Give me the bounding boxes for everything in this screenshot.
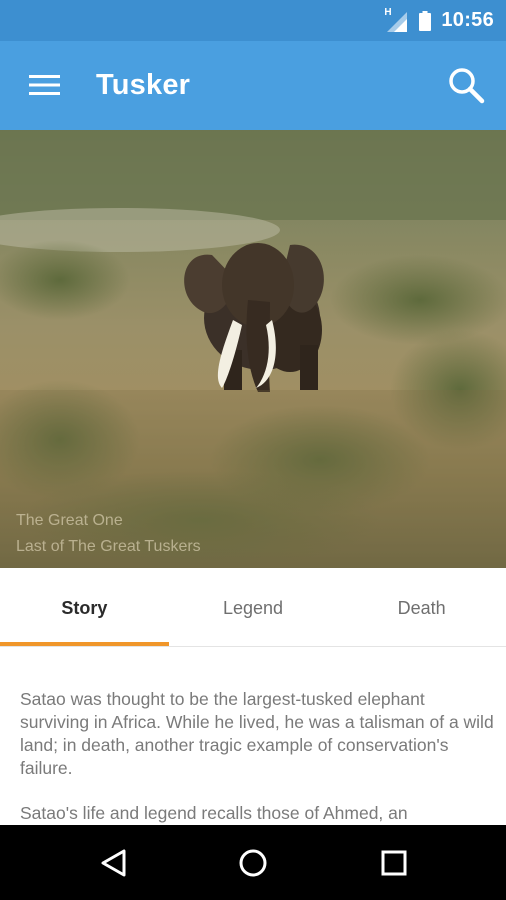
back-button[interactable]	[90, 839, 138, 887]
app-title: Tusker	[96, 69, 191, 101]
battery-icon	[419, 10, 432, 31]
tab-legend[interactable]: Legend	[169, 568, 338, 646]
story-paragraph-2: Satao's life and legend recalls those of…	[20, 803, 408, 823]
search-button[interactable]	[442, 61, 492, 111]
menu-button[interactable]	[22, 63, 66, 107]
search-icon	[449, 68, 485, 104]
signal-icon: H	[384, 6, 408, 32]
tab-bar: Story Legend Death	[0, 568, 506, 647]
status-bar: H 10:56	[0, 0, 506, 41]
recents-button[interactable]	[370, 839, 418, 887]
status-icons: H 10:56	[384, 0, 494, 41]
network-type-label: H	[384, 6, 392, 18]
hero-caption: The Great One Last of The Great Tuskers	[16, 508, 201, 560]
home-button[interactable]	[229, 839, 277, 887]
elephant-photo	[0, 130, 506, 568]
story-paragraph-1: Satao was thought to be the largest-tusk…	[20, 689, 494, 778]
status-time: 10:56	[441, 9, 494, 31]
story-content: Satao was thought to be the largest-tusk…	[20, 688, 496, 847]
tab-death[interactable]: Death	[337, 568, 506, 646]
hero-image: The Great One Last of The Great Tuskers	[0, 130, 506, 568]
home-icon	[239, 849, 267, 877]
back-icon	[101, 849, 126, 877]
tab-story[interactable]: Story	[0, 568, 169, 646]
hero-caption-subtitle: Last of The Great Tuskers	[16, 538, 201, 555]
hero-caption-title: The Great One	[16, 512, 123, 529]
app-bar: Tusker	[0, 41, 506, 130]
navigation-bar	[0, 825, 506, 900]
menu-icon	[29, 75, 60, 95]
recents-icon	[381, 850, 407, 876]
